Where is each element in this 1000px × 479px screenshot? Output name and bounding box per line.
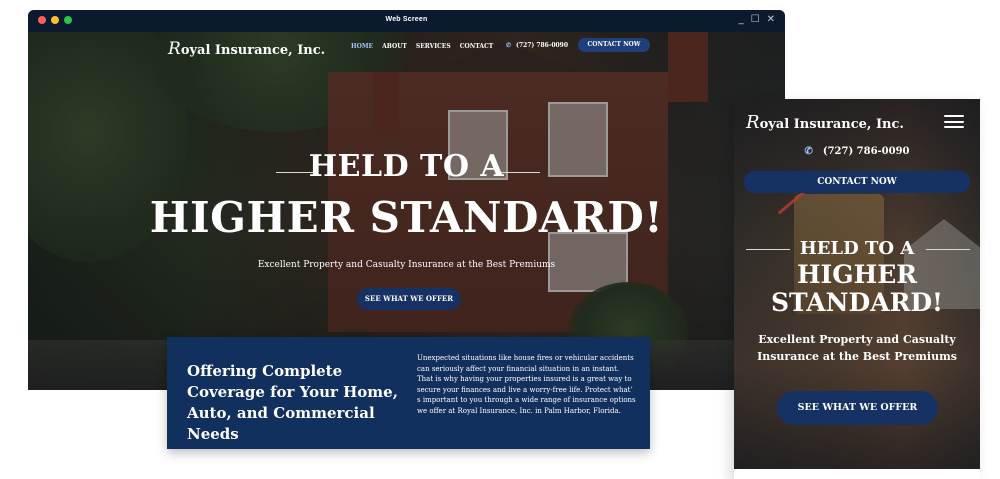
mobile-contact-now-button[interactable]: CONTACT NOW	[744, 171, 970, 193]
top-navigation: Royal Insurance, Inc. HOME ABOUT SERVICE…	[28, 32, 785, 62]
nav-item-contact[interactable]: CONTACT	[460, 43, 494, 50]
window-titlebar: Web Screen _ ☐ ✕	[28, 10, 785, 32]
phone-icon: ✆	[804, 146, 813, 157]
coverage-info-box: Offering Complete Coverage for Your Home…	[167, 337, 650, 449]
site-logo[interactable]: Royal Insurance, Inc.	[168, 39, 325, 59]
hero-heading-small: HELD TO A	[308, 149, 505, 184]
window-controls: _ ☐ ✕	[739, 14, 775, 25]
hero-subheading: Excellent Property and Casualty Insuranc…	[257, 260, 556, 270]
desktop-browser-window: Web Screen _ ☐ ✕ Royal Insurance, Inc. H…	[28, 10, 785, 390]
mobile-heading-line-1: HIGHER	[796, 260, 918, 289]
nav-item-services[interactable]: SERVICES	[416, 43, 451, 50]
mobile-hero-heading-small: HELD TO A	[799, 238, 915, 259]
mobile-site-logo[interactable]: Royal Insurance, Inc.	[746, 112, 904, 133]
window-title: Web Screen	[385, 16, 428, 23]
nav-phone[interactable]: ✆ (727) 786-0090	[506, 42, 568, 49]
mobile-heading-line-2: STANDARD!	[770, 288, 944, 317]
minimize-icon[interactable]: _	[739, 14, 744, 25]
see-what-we-offer-button[interactable]: SEE WHAT WE OFFER	[357, 288, 461, 310]
mobile-bottom-strip	[734, 469, 980, 479]
hamburger-menu-icon[interactable]	[944, 115, 964, 128]
coverage-text: Unexpected situations like house fires o…	[417, 354, 636, 415]
phone-icon: ✆	[506, 42, 512, 49]
nav-item-home[interactable]: HOME	[351, 43, 373, 50]
mobile-preview: Royal Insurance, Inc. ✆ (727) 786-0090 CO…	[734, 99, 980, 479]
mobile-phone[interactable]: ✆ (727) 786-0090	[734, 146, 980, 157]
close-icon[interactable]: ✕	[767, 14, 775, 25]
mobile-hero-subheading: Excellent Property and Casualty Insuranc…	[757, 333, 957, 363]
nav-links: HOME ABOUT SERVICES CONTACT	[351, 43, 493, 50]
nav-item-about[interactable]: ABOUT	[382, 43, 407, 50]
contact-now-button[interactable]: CONTACT NOW	[578, 38, 650, 52]
mobile-see-what-we-offer-button[interactable]: SEE WHAT WE OFFER	[777, 391, 938, 425]
mobile-hero-heading-big: HIGHER STANDARD!	[734, 261, 980, 317]
restore-icon[interactable]: ☐	[751, 14, 760, 25]
hero-heading-big: HIGHER STANDARD!	[149, 193, 664, 242]
coverage-title: Offering Complete Coverage for Your Home…	[187, 362, 398, 443]
